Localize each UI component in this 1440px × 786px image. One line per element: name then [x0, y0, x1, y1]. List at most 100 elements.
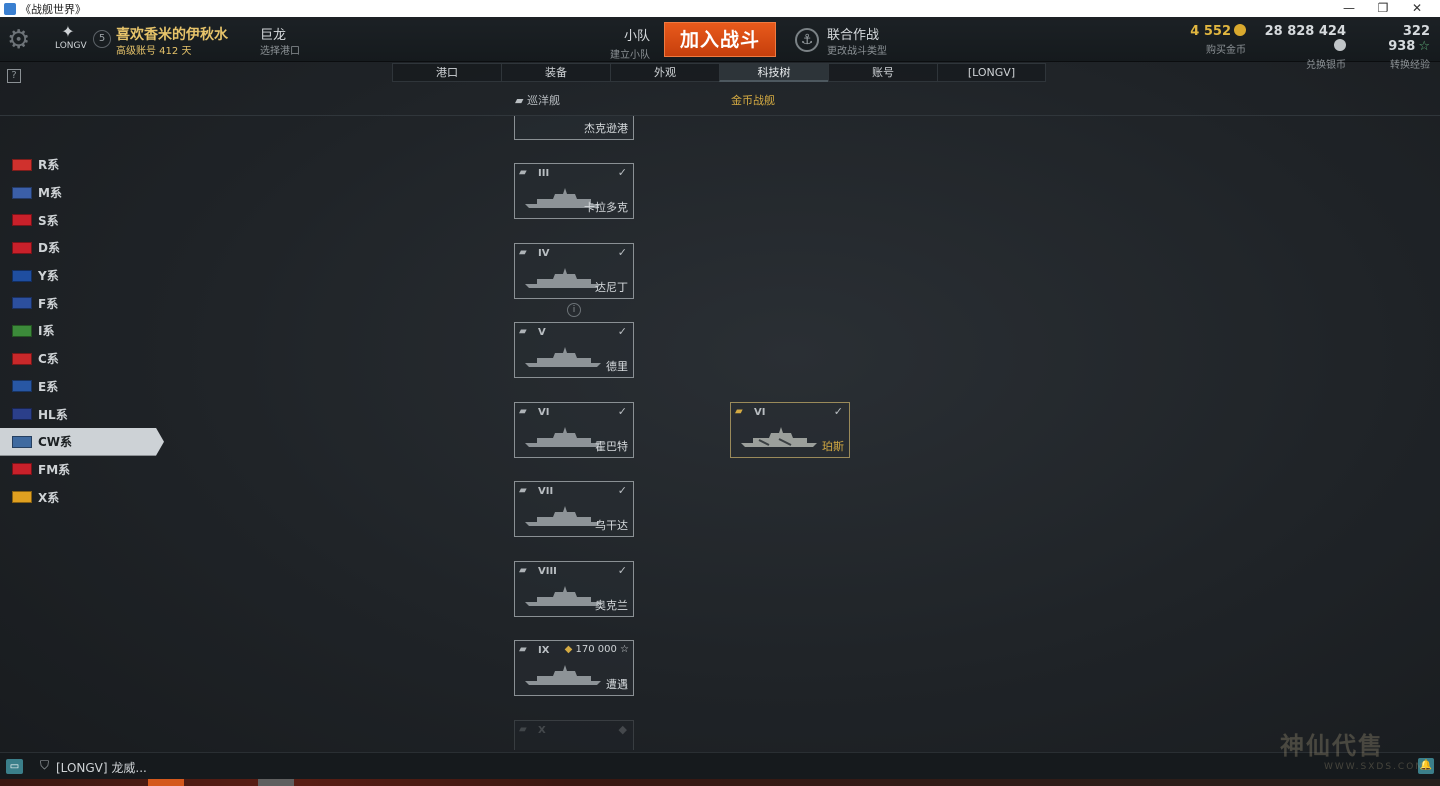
flag-icon [12, 491, 32, 504]
maximize-button[interactable]: ❐ [1366, 0, 1400, 17]
ship-card[interactable]: ▰ VI ✓ 霍巴特 [514, 402, 634, 458]
battle-button[interactable]: 加入战斗 [664, 22, 776, 57]
flag-icon [12, 214, 32, 227]
nation-label: R系 [38, 158, 60, 173]
nation-label: HL系 [38, 407, 68, 422]
researched-check-icon: ✓ [617, 325, 627, 338]
nation-item[interactable]: M系 [0, 179, 170, 207]
player-name[interactable]: 喜欢香米的伊秋水 [116, 24, 228, 44]
app-icon [4, 2, 16, 15]
researched-check-icon: ✓ [617, 484, 627, 497]
nation-item[interactable]: S系 [0, 206, 170, 234]
ship-card[interactable]: ▰ VII ✓ 乌干达 [514, 481, 634, 537]
flag-icon [12, 324, 32, 337]
class-label-text: 巡洋舰 [526, 94, 560, 107]
nation-item[interactable]: F系 [0, 289, 170, 317]
researched-check-icon: ✓ [617, 246, 627, 259]
tab-exterior[interactable]: 外观 [610, 63, 719, 82]
nation-label: C系 [38, 352, 59, 367]
tab-account[interactable]: 账号 [828, 63, 937, 82]
squad-button[interactable]: 小队 建立小队 [600, 25, 650, 61]
ship-card[interactable]: ▰ IV ✓ 达尼丁 [514, 243, 634, 299]
settings-gear-icon[interactable]: ⚙ [7, 27, 37, 53]
researched-check-icon: ✓ [617, 405, 627, 418]
battle-mode-title[interactable]: 联合作战 [827, 24, 879, 43]
nation-label: S系 [38, 213, 59, 228]
premium-ship-card[interactable]: ▰ VI ✓ 珀斯 [730, 402, 850, 458]
gold-label: 购买金币 [1206, 45, 1246, 56]
ship-tier: VIII [538, 566, 557, 577]
gold-coin-icon [1234, 24, 1246, 36]
battle-mode-action: 更改战斗类型 [827, 46, 887, 57]
ship-tier: VI [754, 407, 766, 418]
nation-item[interactable]: C系 [0, 345, 170, 373]
tab-clan[interactable]: [LONGV] [937, 63, 1046, 82]
info-icon[interactable]: i [567, 303, 581, 317]
free-xp-star-icon: ☆ [1418, 39, 1430, 54]
ship-name: 达尼丁 [595, 281, 628, 294]
port-name[interactable]: 巨龙 [260, 24, 286, 43]
nation-item[interactable]: I系 [0, 317, 170, 345]
ship-tier: IX [538, 645, 550, 656]
flag-icon [12, 158, 32, 171]
clan-star-icon: ✦ [61, 22, 75, 41]
nation-item[interactable]: Y系 [0, 262, 170, 290]
nation-item[interactable]: HL系 [0, 400, 170, 428]
service-level-badge: 5 [93, 30, 111, 48]
nation-label: Y系 [38, 269, 59, 284]
free-xp-currency[interactable]: 322 938 ☆ 转换经验 [1358, 24, 1430, 71]
nation-item[interactable]: R系 [0, 151, 170, 179]
ship-silhouette-icon [525, 427, 601, 447]
close-button[interactable]: ✕ [1400, 0, 1434, 17]
chat-message[interactable]: [LONGV] 龙威... [56, 759, 147, 776]
clan-logo-tag: LONGV [55, 41, 87, 51]
flag-icon [12, 380, 32, 393]
clan-shield-icon: ⛉ [40, 758, 50, 772]
flag-icon [12, 269, 32, 282]
cruiser-class-icon: ▰ [515, 94, 527, 107]
nation-label: FM系 [38, 462, 71, 477]
nation-label: I系 [38, 324, 55, 339]
ship-card[interactable]: ▰ VIII ✓ 奥克兰 [514, 561, 634, 617]
clan-logo[interactable]: ✦ LONGV [55, 22, 87, 57]
tab-port[interactable]: 港口 [392, 63, 501, 82]
nation-item[interactable]: X系 [0, 483, 170, 511]
tab-tech-tree[interactable]: 科技树 [719, 63, 828, 82]
cruiser-class-icon: ▰ [519, 724, 527, 735]
ship-card[interactable]: ▰ III ✓ 卡拉多克 [514, 163, 634, 219]
minimize-button[interactable]: — [1332, 0, 1366, 17]
ship-name: 奥克兰 [595, 599, 628, 612]
free-xp-label: 转换经验 [1390, 60, 1430, 71]
credits-currency[interactable]: 28 828 424 兑换银币 [1256, 24, 1346, 71]
chat-icon[interactable]: ▭ [6, 759, 23, 774]
nation-label: X系 [38, 490, 60, 505]
cruiser-class-icon: ▰ [519, 485, 527, 496]
credits-label: 兑换银币 [1306, 60, 1346, 71]
ship-silhouette-icon [525, 347, 601, 367]
nation-item[interactable]: E系 [0, 373, 170, 401]
cruiser-class-icon: ▰ [519, 406, 527, 417]
flag-icon [12, 241, 32, 254]
window-titlebar: 《战舰世界》 — ❐ ✕ [0, 0, 1440, 17]
nation-item[interactable]: FM系 [0, 456, 170, 484]
tab-armory[interactable]: 装备 [501, 63, 610, 82]
watermark-logo: 神仙代售 [1280, 732, 1384, 760]
ship-card-locked[interactable]: ▰ X ◆ [514, 720, 634, 750]
ship-card[interactable]: 杰克逊港 [514, 116, 634, 140]
ship-card[interactable]: ▰ IX ◆ 170 000 ☆ 遭遇 [514, 640, 634, 696]
top-bar: ⚙ ✦ LONGV 5 喜欢香米的伊秋水 高级账号 412 天 巨龙 选择港口 … [0, 17, 1440, 71]
class-cruiser-label: ▰ 巡洋舰 [515, 92, 560, 108]
gold-currency[interactable]: 4 552 购买金币 [1180, 24, 1246, 56]
tech-tree-header: ▰ 巡洋舰 金币战舰 [0, 86, 1440, 116]
cruiser-class-icon: ▰ [519, 565, 527, 576]
research-cost: ◆ 170 000 ☆ [565, 644, 629, 655]
nation-item[interactable]: D系 [0, 234, 170, 262]
watermark-url: WWW.SXDS.COM [1324, 762, 1426, 772]
nation-item-active[interactable]: CW系 [0, 427, 164, 456]
help-icon[interactable]: ? [7, 69, 21, 83]
research-cost-value: 170 000 ☆ [575, 644, 630, 655]
ship-card[interactable]: ▰ V ✓ 德里 [514, 322, 634, 378]
premium-ships-label: 金币战舰 [731, 94, 775, 107]
ship-silhouette-icon [525, 506, 601, 526]
battle-mode-icon[interactable]: ⚓ [795, 28, 819, 52]
